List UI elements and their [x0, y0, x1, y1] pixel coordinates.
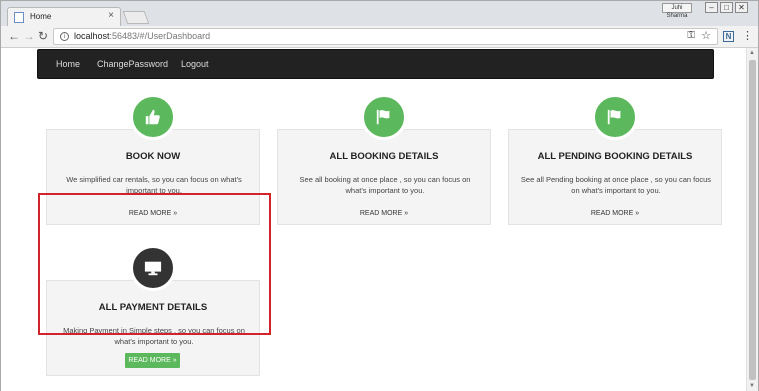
all-pending-booking-details-card: ALL PENDING BOOKING DETAILS See all Pend…	[508, 129, 722, 225]
nav-logout-link[interactable]: Logout	[181, 59, 209, 69]
flag-icon	[361, 94, 407, 140]
nav-home-link[interactable]: Home	[56, 59, 80, 69]
back-icon[interactable]: ←	[8, 29, 20, 43]
nav-change-password-link[interactable]: ChangePassword	[97, 59, 168, 69]
url-path: :56483/#/UserDashboard	[109, 31, 211, 41]
vertical-scrollbar[interactable]: ▲ ▼	[746, 48, 758, 391]
scroll-down-icon[interactable]: ▼	[749, 383, 755, 389]
card-description: See all booking at once place , so you c…	[299, 175, 471, 195]
forward-icon[interactable]: →	[23, 29, 35, 43]
read-more-button[interactable]: READ MORE »	[125, 353, 180, 368]
read-more-link[interactable]: READ MORE »	[278, 210, 490, 217]
extension-icon[interactable]: N	[723, 31, 734, 42]
minimize-icon[interactable]: –	[705, 2, 718, 13]
info-icon[interactable]: i	[60, 32, 69, 41]
read-more-link[interactable]: READ MORE »	[509, 210, 721, 217]
reload-icon[interactable]: ↻	[38, 29, 48, 43]
url-host: localhost	[74, 31, 110, 41]
page-viewport: Home ChangePassword Logout BOOK NOW We s…	[1, 48, 746, 391]
thumbs-up-icon	[130, 94, 176, 140]
page-icon	[14, 12, 24, 23]
bookmark-star-icon[interactable]: ☆	[701, 29, 711, 42]
tab-close-icon[interactable]: ×	[108, 10, 114, 21]
close-window-icon[interactable]: ✕	[735, 2, 748, 13]
profile-badge[interactable]: Juhi Sharma	[662, 3, 692, 19]
scroll-thumb[interactable]	[749, 60, 756, 380]
browser-window: Home × Juhi Sharma – □ ✕ ← → ↻ i localho…	[0, 0, 759, 391]
card-title: ALL PENDING BOOKING DETAILS	[537, 151, 693, 162]
url-text[interactable]: localhost:56483/#/UserDashboard	[74, 31, 210, 41]
card-title: ALL BOOKING DETAILS	[329, 151, 439, 162]
top-navbar: Home ChangePassword Logout	[37, 49, 714, 79]
browser-tab[interactable]: Home ×	[7, 7, 121, 26]
flag-icon	[592, 94, 638, 140]
browser-menu-icon[interactable]: ⋮	[742, 29, 753, 42]
highlight-box	[38, 193, 271, 335]
scroll-up-icon[interactable]: ▲	[749, 50, 755, 56]
tab-title: Home	[30, 12, 52, 21]
card-title: BOOK NOW	[125, 151, 181, 162]
maximize-icon[interactable]: □	[720, 2, 733, 13]
title-bar: Home × Juhi Sharma – □ ✕	[1, 1, 758, 26]
card-description: See all Pending booking at once place , …	[520, 175, 712, 195]
key-icon[interactable]: ⚿	[687, 30, 695, 41]
new-tab-button[interactable]	[122, 11, 150, 24]
address-bar[interactable]: i localhost:56483/#/UserDashboard ⚿ ☆	[53, 28, 718, 45]
browser-toolbar: ← → ↻ i localhost:56483/#/UserDashboard …	[1, 26, 758, 48]
all-booking-details-card: ALL BOOKING DETAILS See all booking at o…	[277, 129, 491, 225]
